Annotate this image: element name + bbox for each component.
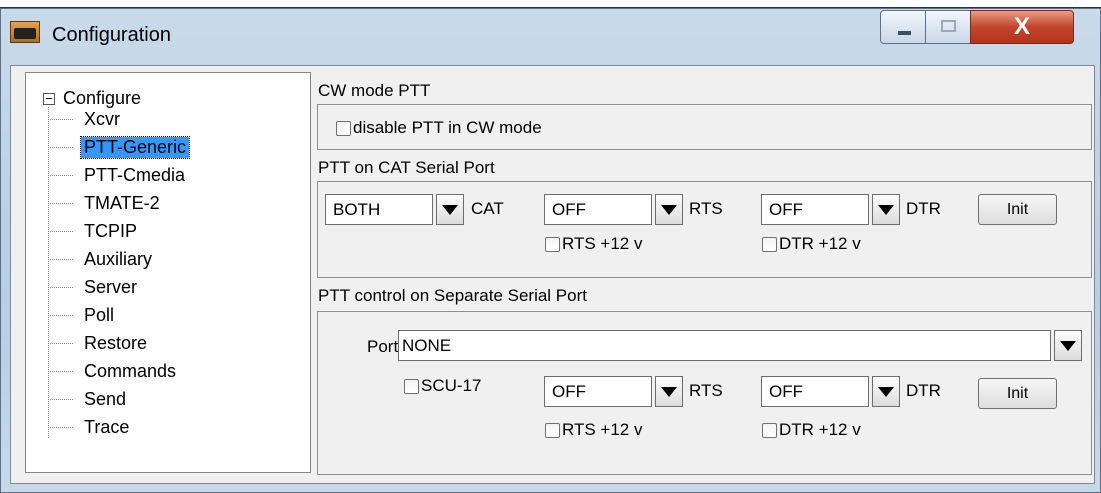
dropdown-arrow-icon[interactable] (655, 376, 683, 407)
dropdown-arrow-icon[interactable] (872, 376, 900, 407)
tree-item-label: Xcvr (84, 108, 120, 129)
maximize-button[interactable] (925, 10, 971, 44)
tree-item-restore[interactable]: Restore (48, 332, 150, 354)
checkbox-label: RTS +12 v (562, 420, 643, 439)
tree-item-tcpip[interactable]: TCPIP (48, 220, 140, 242)
port-value[interactable]: NONE (398, 330, 1051, 361)
cat-dtr-select[interactable]: OFF (761, 194, 900, 225)
disable-ptt-cw-checkbox[interactable]: disable PTT in CW mode (336, 118, 542, 138)
cat-rts-value[interactable]: OFF (544, 194, 652, 225)
tree-item-label: Auxiliary (84, 248, 153, 269)
tree-root-configure[interactable]: Configure (43, 88, 141, 109)
scu-17-checkbox[interactable]: SCU-17 (404, 376, 481, 396)
minimize-button[interactable] (880, 10, 926, 44)
dropdown-arrow-icon[interactable] (655, 194, 683, 225)
separate-port-panel: Port NONE SCU-17 OFF RTS OFF DTR Init RT… (317, 311, 1092, 475)
dtr-label: DTR (906, 381, 941, 400)
cat-init-button[interactable]: Init (978, 194, 1057, 225)
window-client-area: Configure Xcvr PTT-Generic PTT-Cmedia TM… (10, 65, 1095, 484)
tree-item-tmate-2[interactable]: TMATE-2 (48, 192, 163, 214)
checkbox-label: RTS +12 v (562, 234, 643, 253)
tree-item-label: Commands (84, 360, 177, 381)
tree-item-label: PTT-Cmedia (84, 164, 186, 185)
checkbox-box[interactable] (762, 422, 777, 438)
tree-item-auxiliary[interactable]: Auxiliary (48, 248, 155, 270)
cat-dtr-12v-checkbox[interactable]: DTR +12 v (762, 234, 861, 254)
sep-init-button[interactable]: Init (978, 378, 1057, 409)
rts-label: RTS (689, 381, 723, 400)
tree-item-poll[interactable]: Poll (48, 304, 117, 326)
dtr-label: DTR (906, 199, 941, 218)
checkbox-box[interactable] (404, 378, 419, 394)
dropdown-arrow-icon[interactable] (872, 194, 900, 225)
tree-item-label: Poll (84, 304, 115, 325)
sep-dtr-12v-checkbox[interactable]: DTR +12 v (762, 420, 861, 440)
tree-item-ptt-cmedia[interactable]: PTT-Cmedia (48, 164, 188, 186)
sep-dtr-value[interactable]: OFF (761, 376, 869, 407)
config-tree: Configure Xcvr PTT-Generic PTT-Cmedia TM… (25, 72, 311, 473)
cat-panel: BOTH CAT OFF RTS OFF DTR Init RTS +12 v … (317, 181, 1092, 278)
checkbox-box[interactable] (545, 422, 560, 438)
cat-label: CAT (471, 199, 504, 218)
tree-item-commands[interactable]: Commands (48, 360, 179, 382)
sep-rts-12v-checkbox[interactable]: RTS +12 v (545, 420, 642, 440)
tree-item-send[interactable]: Send (48, 388, 129, 410)
cat-dtr-value[interactable]: OFF (761, 194, 869, 225)
checkbox-box[interactable] (336, 120, 351, 136)
cw-section-title: CW mode PTT (318, 81, 431, 100)
cat-ptt-select[interactable]: BOTH (325, 194, 464, 225)
tree-item-trace[interactable]: Trace (48, 416, 132, 438)
checkbox-label: DTR +12 v (779, 234, 861, 253)
minimize-icon (898, 31, 911, 35)
dropdown-arrow-icon[interactable] (1054, 330, 1082, 361)
tree-item-label: TMATE-2 (84, 192, 160, 213)
tree-item-label: Restore (84, 332, 148, 353)
close-icon: X (1013, 13, 1030, 40)
separate-port-section-title: PTT control on Separate Serial Port (318, 286, 587, 305)
port-select[interactable]: NONE (398, 330, 1082, 361)
tree-item-label: Server (84, 276, 138, 297)
cat-rts-12v-checkbox[interactable]: RTS +12 v (545, 234, 642, 254)
tree-item-label: TCPIP (84, 220, 138, 241)
checkbox-box[interactable] (762, 236, 777, 252)
sep-dtr-select[interactable]: OFF (761, 376, 900, 407)
tree-item-ptt-generic[interactable]: PTT-Generic (48, 135, 191, 159)
sep-rts-value[interactable]: OFF (544, 376, 652, 407)
cat-ptt-value[interactable]: BOTH (325, 194, 433, 225)
collapse-icon[interactable] (43, 92, 55, 105)
port-label: Port (367, 337, 399, 356)
tree-root-label: Configure (63, 88, 142, 108)
top-edge (0, 0, 1101, 8)
close-button[interactable]: X (970, 10, 1074, 44)
tree-item-label: Trace (84, 416, 130, 437)
dropdown-arrow-icon[interactable] (436, 194, 464, 225)
checkbox-label: disable PTT in CW mode (353, 118, 542, 137)
sep-rts-select[interactable]: OFF (544, 376, 683, 407)
tree-item-xcvr[interactable]: Xcvr (48, 108, 123, 130)
tree-item-server[interactable]: Server (48, 276, 140, 298)
rts-label: RTS (689, 199, 723, 218)
maximize-icon (941, 20, 956, 32)
cat-section-title: PTT on CAT Serial Port (318, 158, 495, 177)
checkbox-label: SCU-17 (421, 376, 482, 395)
tree-item-label: Send (84, 388, 127, 409)
checkbox-box[interactable] (545, 236, 560, 252)
tree-item-label: PTT-Generic (79, 135, 191, 159)
app-icon (10, 21, 40, 43)
checkbox-label: DTR +12 v (779, 420, 861, 439)
cw-panel: disable PTT in CW mode (317, 104, 1092, 150)
cat-rts-select[interactable]: OFF (544, 194, 683, 225)
window-title: Configuration (52, 24, 171, 46)
